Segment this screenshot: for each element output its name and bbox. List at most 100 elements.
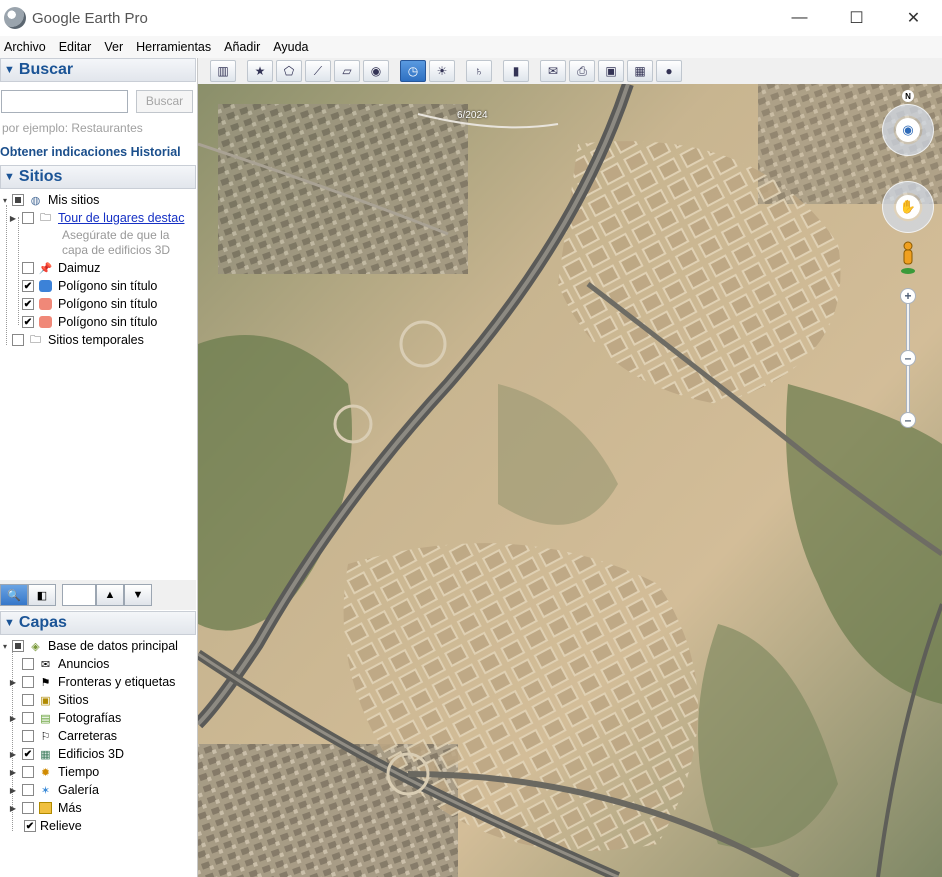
my-places-checkbox[interactable] (12, 194, 24, 206)
expand-arrow-icon[interactable]: ▶ (8, 214, 18, 223)
mas-checkbox[interactable] (22, 802, 34, 814)
polygon-2-checkbox[interactable]: ✔ (22, 298, 34, 310)
layer-row-fotografias[interactable]: ▶ ▤ Fotografías (8, 709, 121, 727)
fotografias-checkbox[interactable] (22, 712, 34, 724)
layer-row-sitios[interactable]: ▣ Sitios (8, 691, 89, 709)
print-icon[interactable]: ⎙ (569, 60, 595, 82)
relieve-checkbox[interactable]: ✔ (24, 820, 36, 832)
red-polygon-icon (38, 297, 53, 311)
search-places-icon[interactable]: 🔍 (0, 584, 28, 606)
add-polygon-icon[interactable]: ⬠ (276, 60, 302, 82)
temp-places-checkbox[interactable] (12, 334, 24, 346)
my-places-label: Mis sitios (48, 193, 100, 207)
planets-icon[interactable]: ♄ (466, 60, 492, 82)
get-directions-link[interactable]: Obtener indicaciones (0, 145, 127, 159)
move-down-icon[interactable]: ▼ (124, 584, 152, 606)
history-link[interactable]: Historial (131, 145, 181, 159)
zoom-out-icon[interactable]: – (900, 412, 916, 428)
expand-arrow-icon[interactable]: ▶ (8, 714, 18, 723)
menu-ayuda[interactable]: Ayuda (273, 40, 308, 54)
menu-editar[interactable]: Editar (59, 40, 92, 54)
layer-row-carreteras[interactable]: ⚐ Carreteras (8, 727, 117, 745)
minimize-button[interactable]: — (771, 0, 828, 36)
expand-arrow-icon[interactable]: ▶ (8, 804, 18, 813)
places-filter-box[interactable] (62, 584, 96, 606)
ruler-icon[interactable]: ▮ (503, 60, 529, 82)
tour-checkbox[interactable] (22, 212, 34, 224)
sidebar-toggle-icon[interactable]: ▥ (210, 60, 236, 82)
fronteras-checkbox[interactable] (22, 676, 34, 688)
collapse-triangle-icon: ▼ (4, 64, 15, 76)
north-indicator[interactable]: N (902, 90, 914, 102)
hand-pan-icon[interactable]: ✋ (896, 195, 920, 219)
layer-row-galeria[interactable]: ▶ ✶ Galería (8, 781, 99, 799)
search-input[interactable] (1, 89, 128, 113)
menu-bar: Archivo Editar Ver Herramientas Añadir A… (0, 36, 942, 58)
zoom-slider[interactable]: + – – (900, 288, 916, 428)
layer-row-mas[interactable]: ▶ Más (8, 799, 82, 817)
move-control[interactable]: ✋ (882, 181, 934, 233)
daimuz-checkbox[interactable] (22, 262, 34, 274)
add-image-overlay-icon[interactable]: ▱ (334, 60, 360, 82)
tree-row-my-places[interactable]: ▾ ◍ Mis sitios (0, 191, 99, 209)
expand-arrow-icon[interactable]: ▶ (8, 786, 18, 795)
galeria-checkbox[interactable] (22, 784, 34, 796)
sitios-checkbox[interactable] (22, 694, 34, 706)
move-up-icon[interactable]: ▲ (96, 584, 124, 606)
layers-section-header[interactable]: ▼ Capas (0, 611, 196, 635)
photo-icon: ▤ (40, 712, 51, 725)
earth-gallery-icon[interactable]: ● (656, 60, 682, 82)
add-path-icon[interactable]: ⟋ (305, 60, 331, 82)
search-section-header[interactable]: ▼ Buscar (0, 58, 196, 82)
look-around-control[interactable]: ◉ (882, 104, 934, 156)
collapse-arrow-icon[interactable]: ▾ (0, 196, 10, 205)
collapse-arrow-icon[interactable]: ▾ (0, 642, 10, 651)
layer-row-relieve[interactable]: ✔ Relieve (12, 817, 82, 835)
tree-row-temp-places[interactable]: 🗀 Sitios temporales (0, 331, 144, 349)
tree-row-polygon-2[interactable]: ✔ Polígono sin título (8, 295, 157, 313)
earth-map-view[interactable]: 6/2024 N ◉ ✋ + – – (198, 84, 942, 877)
layer-row-fronteras[interactable]: ▶ ⚑ Fronteras y etiquetas (8, 673, 176, 691)
record-tour-icon[interactable]: ◉ (363, 60, 389, 82)
menu-ver[interactable]: Ver (104, 40, 123, 54)
carreteras-checkbox[interactable] (22, 730, 34, 742)
menu-anadir[interactable]: Añadir (224, 40, 260, 54)
tree-row-primary-db[interactable]: ▾ ◈ Base de datos principal (0, 637, 178, 655)
polygon-1-checkbox[interactable]: ✔ (22, 280, 34, 292)
tiempo-checkbox[interactable] (22, 766, 34, 778)
tree-row-polygon-3[interactable]: ✔ Polígono sin título (8, 313, 157, 331)
tree-row-polygon-1[interactable]: ✔ Polígono sin título (8, 277, 157, 295)
layer-row-edificios[interactable]: ▶ ✔ ▦ Edificios 3D (8, 745, 124, 763)
expand-arrow-icon[interactable]: ▶ (8, 678, 18, 687)
edificios-checkbox[interactable]: ✔ (22, 748, 34, 760)
maximize-button[interactable]: ☐ (828, 0, 885, 36)
add-placemark-icon[interactable]: ★ (247, 60, 273, 82)
search-button[interactable]: Buscar (136, 89, 193, 113)
historical-imagery-icon[interactable]: ◷ (400, 60, 426, 82)
tour-link[interactable]: Tour de lugares destac (58, 211, 184, 225)
anuncios-checkbox[interactable] (22, 658, 34, 670)
save-image-icon[interactable]: ▣ (598, 60, 624, 82)
primary-db-checkbox[interactable] (12, 640, 24, 652)
polygon-3-checkbox[interactable]: ✔ (22, 316, 34, 328)
places-square-icon: ▣ (40, 694, 51, 707)
close-button[interactable]: ✕ (885, 0, 942, 36)
zoom-thumb[interactable]: – (900, 350, 916, 366)
view-in-maps-icon[interactable]: ▦ (627, 60, 653, 82)
tree-row-tour[interactable]: ▶ 🗀 Tour de lugares destac (8, 209, 185, 227)
menu-archivo[interactable]: Archivo (4, 40, 46, 54)
email-icon[interactable]: ✉ (540, 60, 566, 82)
street-view-pegman-icon[interactable] (900, 241, 916, 275)
places-section-header[interactable]: ▼ Sitios (0, 165, 196, 189)
layer-row-anuncios[interactable]: ✉ Anuncios (8, 655, 109, 673)
eye-icon[interactable]: ◉ (896, 118, 920, 142)
anuncios-label: Anuncios (58, 657, 110, 671)
expand-arrow-icon[interactable]: ▶ (8, 750, 18, 759)
sunlight-icon[interactable]: ☀ (429, 60, 455, 82)
tree-row-daimuz[interactable]: 📌 Daimuz (8, 259, 100, 277)
zoom-in-icon[interactable]: + (900, 288, 916, 304)
layer-row-tiempo[interactable]: ▶ ✹ Tiempo (8, 763, 99, 781)
expand-arrow-icon[interactable]: ▶ (8, 768, 18, 777)
toggle-view-icon[interactable]: ◧ (28, 584, 56, 606)
menu-herramientas[interactable]: Herramientas (136, 40, 211, 54)
